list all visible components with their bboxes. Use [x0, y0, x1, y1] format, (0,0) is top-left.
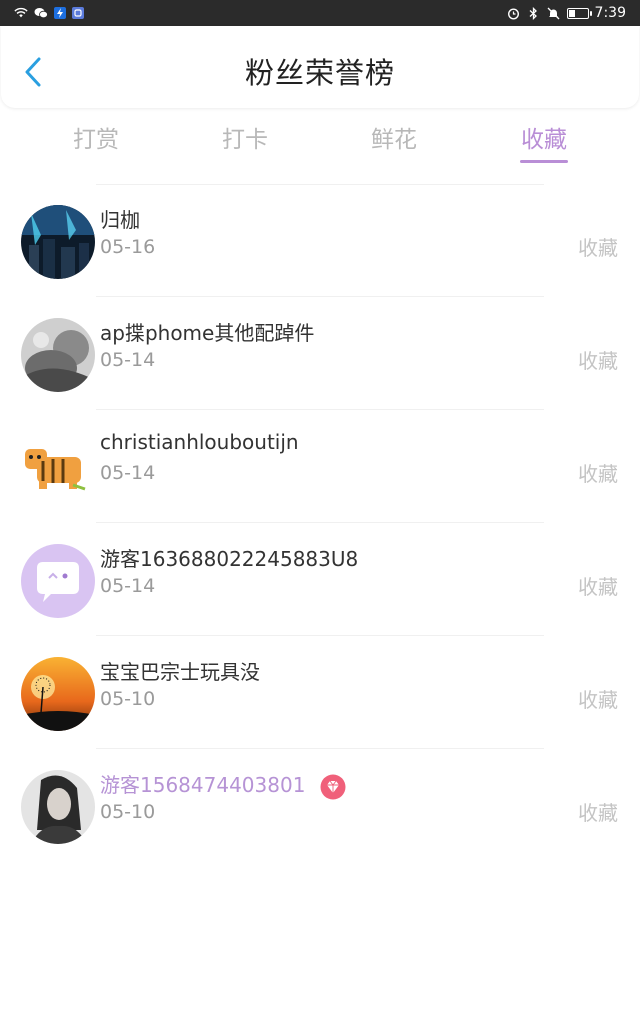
list-item[interactable]: 宝宝巴宗士玩具没 05-10 收藏	[0, 646, 640, 759]
divider	[96, 184, 544, 185]
tab-label: 鲜花	[371, 127, 417, 153]
favorite-label: 收藏	[578, 349, 618, 373]
user-name: 游客1568474403801	[100, 769, 346, 800]
divider	[96, 296, 544, 297]
divider	[96, 635, 544, 636]
divider	[96, 522, 544, 523]
app-notification-icon	[54, 7, 66, 19]
divider	[96, 409, 544, 410]
user-name: ap揲phome其他配踔件	[100, 321, 315, 345]
favorite-label: 收藏	[578, 575, 618, 599]
avatar	[21, 544, 95, 618]
page-title: 粉丝荣誉榜	[244, 56, 395, 90]
favorite-label: 收藏	[578, 801, 618, 825]
tab-label: 打赏	[73, 127, 119, 153]
alarm-icon	[507, 7, 521, 20]
header: 粉丝荣誉榜	[1, 26, 639, 108]
list-item[interactable]: 游客163688022245883U8 05-14 收藏	[0, 533, 640, 646]
user-name: 宝宝巴宗士玩具没	[100, 660, 260, 684]
avatar	[21, 657, 95, 731]
wifi-icon	[14, 7, 28, 19]
date: 05-14	[100, 349, 156, 371]
list-item[interactable]: ap揲phome其他配踔件 05-14 收藏	[0, 307, 640, 420]
user-name: 游客163688022245883U8	[100, 547, 359, 571]
tab-active-indicator	[520, 160, 568, 163]
list-item[interactable]: 归枷 05-16 收藏	[0, 194, 640, 307]
diamond-badge-icon	[320, 774, 346, 800]
battery-icon	[566, 7, 592, 19]
tab-label: 收藏	[521, 127, 567, 153]
status-time: 7:39	[594, 5, 626, 21]
list-item[interactable]: 游客1568474403801 05-10 收藏	[0, 759, 640, 872]
divider	[96, 748, 544, 749]
date: 05-10	[100, 688, 156, 710]
avatar	[21, 770, 95, 844]
mute-icon	[547, 7, 561, 19]
favorite-label: 收藏	[578, 688, 618, 712]
list-item[interactable]: christianhlouboutijn 05-14 收藏	[0, 420, 640, 533]
tab-bar: 打赏 打卡 鲜花 收藏	[0, 108, 640, 184]
user-name-text: 游客1568474403801	[100, 773, 306, 797]
avatar	[21, 318, 95, 392]
user-name: 归枷	[100, 208, 140, 232]
date: 05-10	[100, 801, 156, 823]
tab-flowers[interactable]: 鲜花	[349, 120, 439, 154]
avatar	[21, 205, 95, 279]
app-notification-icon-2	[72, 7, 84, 19]
tab-checkin[interactable]: 打卡	[200, 120, 290, 154]
tab-label: 打卡	[222, 127, 268, 153]
user-name: christianhlouboutijn	[100, 430, 299, 454]
wechat-icon	[34, 7, 48, 19]
favorite-label: 收藏	[578, 462, 618, 486]
avatar	[21, 431, 95, 505]
status-bar: 7:39	[0, 0, 640, 26]
tab-favorites[interactable]: 收藏	[499, 120, 589, 163]
tab-tip[interactable]: 打赏	[51, 120, 141, 154]
date: 05-14	[100, 575, 156, 597]
favorite-label: 收藏	[578, 236, 618, 260]
date: 05-14	[100, 462, 156, 484]
bluetooth-icon	[527, 6, 541, 20]
date: 05-16	[100, 236, 156, 258]
